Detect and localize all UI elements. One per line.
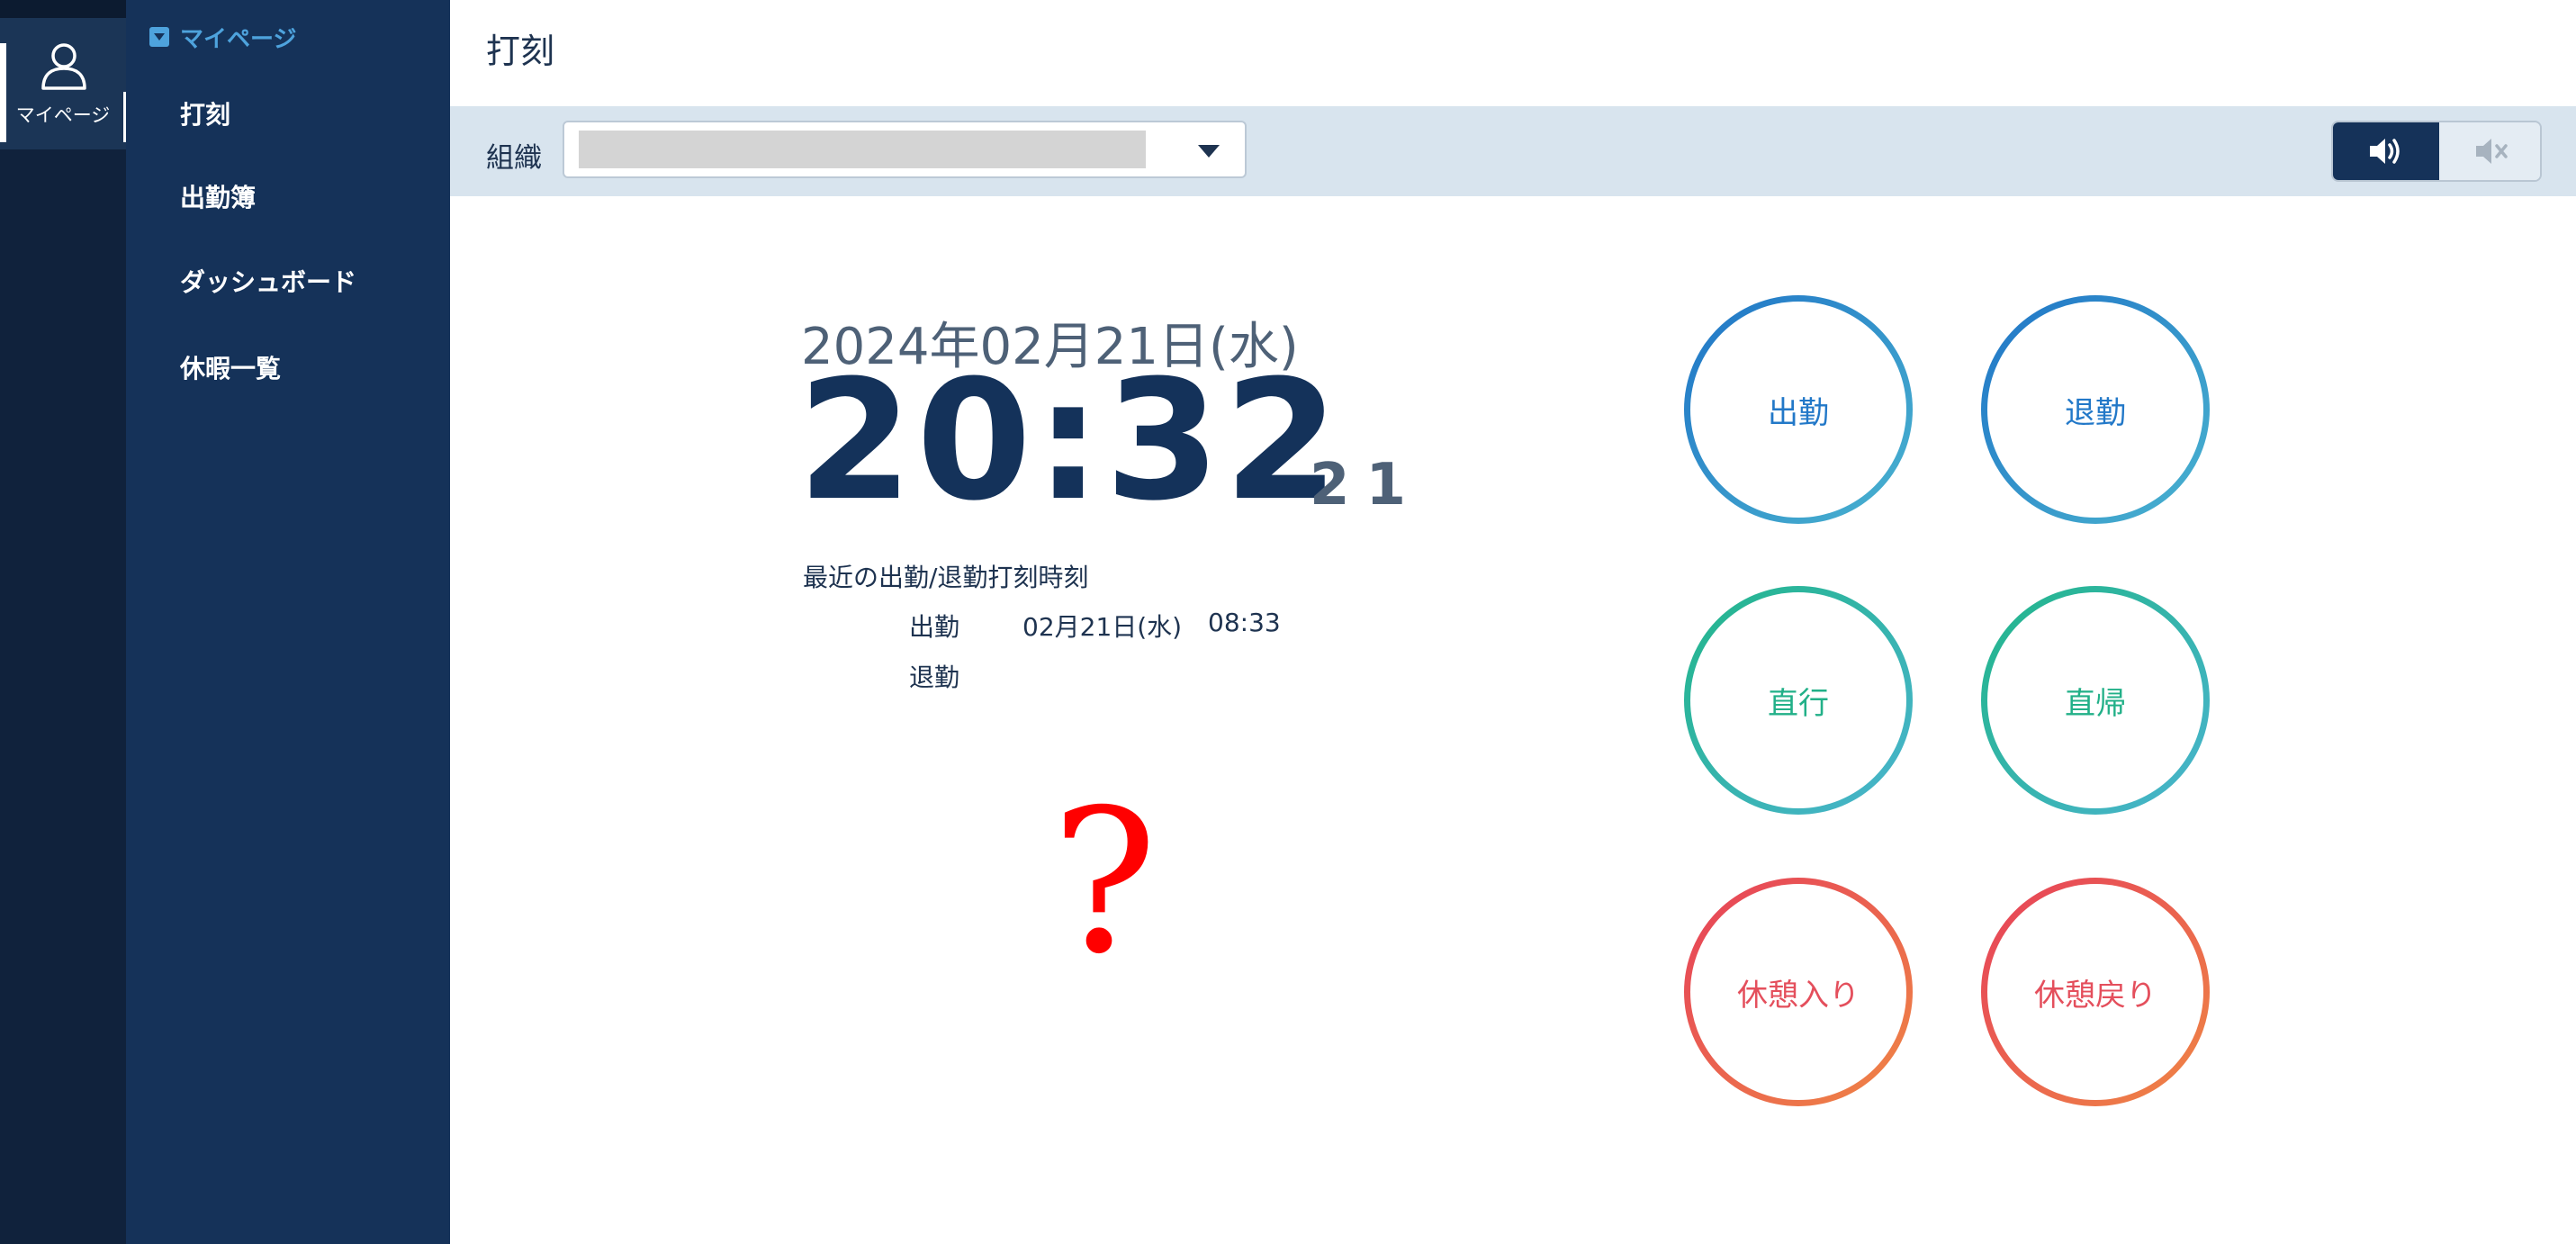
user-icon bbox=[41, 43, 86, 90]
break-end-button[interactable]: 休憩戻り bbox=[1981, 878, 2210, 1106]
speaker-on-icon bbox=[2370, 139, 2400, 164]
clock-out-label: 退勤 bbox=[2065, 394, 2126, 431]
question-mark-overlay: ? bbox=[1051, 767, 1157, 997]
org-select[interactable] bbox=[563, 121, 1247, 178]
recent-clock-in-label: 出勤 bbox=[909, 612, 960, 642]
sidebar: マイページ 打刻 出勤簿 ダッシュボード 休暇一覧 bbox=[126, 0, 450, 1244]
sidebar-section-title: マイページ bbox=[180, 25, 297, 53]
current-seconds: 21 bbox=[1310, 452, 1423, 518]
sidebar-item-attendance-book[interactable]: 出勤簿 bbox=[180, 178, 256, 214]
rail-item-label: マイページ bbox=[15, 104, 111, 126]
toolbar: 組織 bbox=[450, 106, 2576, 196]
direct-return-label: 直帰 bbox=[2065, 685, 2126, 722]
org-select-value bbox=[579, 131, 1146, 168]
clock-out-button[interactable]: 退勤 bbox=[1981, 295, 2210, 524]
rail-top-strip bbox=[0, 0, 126, 18]
sidebar-item-leave-list[interactable]: 休暇一覧 bbox=[180, 349, 281, 385]
org-label: 組織 bbox=[486, 142, 542, 175]
direct-go-label: 直行 bbox=[1768, 685, 1829, 722]
rail-item-mypage[interactable]: マイページ bbox=[0, 18, 127, 149]
direct-go-button[interactable]: 直行 bbox=[1684, 586, 1913, 815]
sidebar-item-dashboard[interactable]: ダッシュボード bbox=[180, 263, 356, 299]
speaker-mute-icon bbox=[2476, 139, 2508, 164]
sidebar-item-punch[interactable]: 打刻 bbox=[180, 95, 230, 131]
sound-toggle-group bbox=[2331, 121, 2542, 182]
recent-clock-in-time: 08:33 bbox=[1208, 608, 1281, 637]
direct-return-button[interactable]: 直帰 bbox=[1981, 586, 2210, 815]
recent-clock-out-label: 退勤 bbox=[909, 663, 960, 692]
chevron-down-icon bbox=[1198, 145, 1220, 158]
caret-down-icon bbox=[149, 27, 169, 47]
recent-clock-in-date: 02月21日(水) bbox=[1022, 612, 1183, 642]
sound-on-button[interactable] bbox=[2333, 122, 2439, 180]
current-time: 20:32 bbox=[797, 345, 1343, 537]
break-start-button[interactable]: 休憩入り bbox=[1684, 878, 1913, 1106]
sound-off-button[interactable] bbox=[2439, 122, 2540, 180]
clock-in-label: 出勤 bbox=[1768, 394, 1829, 431]
recent-punches-title: 最近の出勤/退勤打刻時刻 bbox=[803, 563, 1089, 592]
page-title: 打刻 bbox=[486, 32, 555, 71]
clock-in-button[interactable]: 出勤 bbox=[1684, 295, 1913, 524]
sidebar-section-mypage[interactable]: マイページ bbox=[149, 22, 297, 53]
break-end-label: 休憩戻り bbox=[2034, 977, 2157, 1014]
break-start-label: 休憩入り bbox=[1737, 977, 1860, 1014]
icon-rail: マイページ bbox=[0, 0, 127, 1244]
